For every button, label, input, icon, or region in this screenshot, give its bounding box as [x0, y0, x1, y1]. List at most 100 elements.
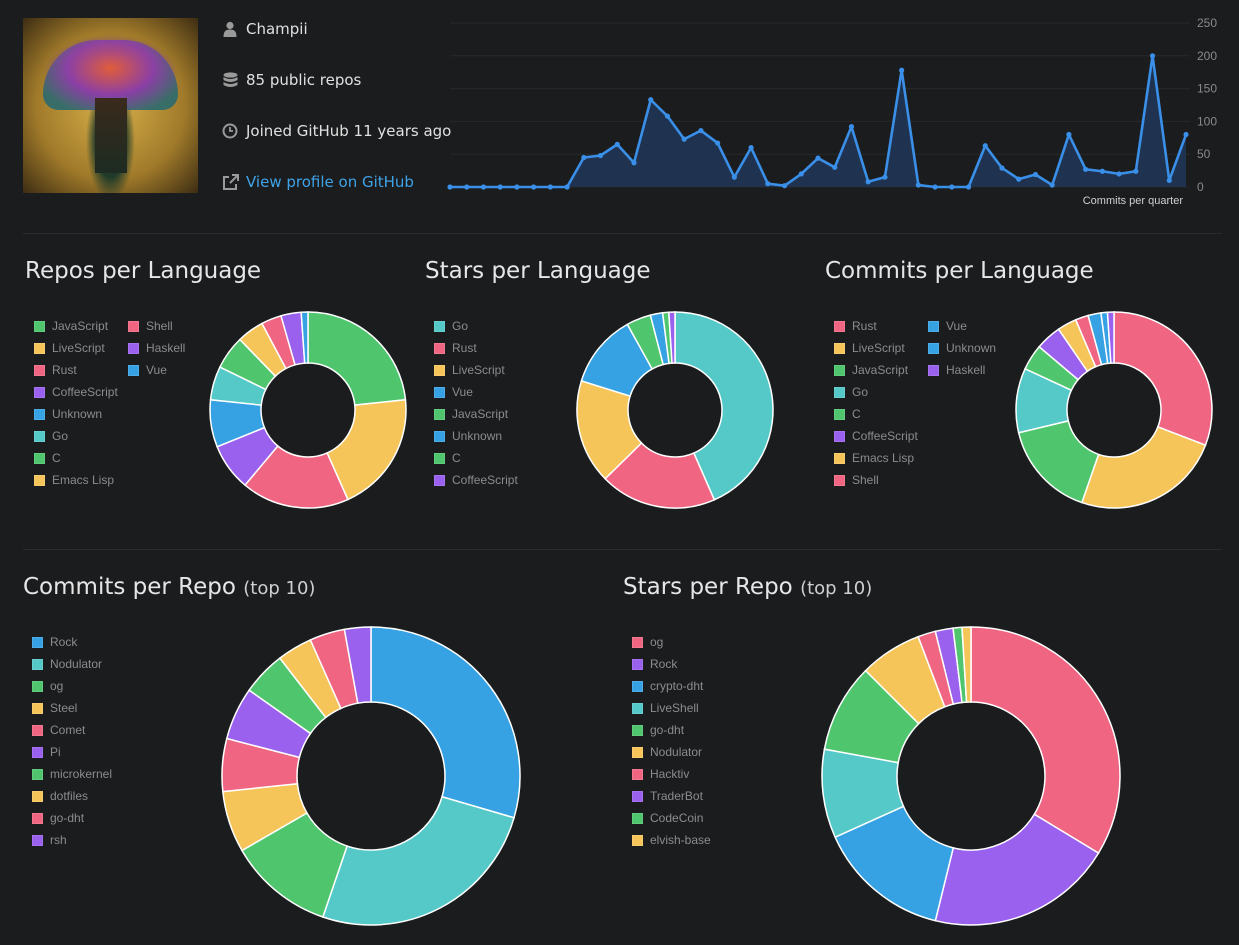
repos-lang-legend-item[interactable]: Unknown [34, 407, 102, 421]
commits-lang-legend-swatch [834, 430, 845, 442]
commits-repo-legend-item[interactable]: Nodulator [32, 657, 102, 671]
commits-lang-legend-label: Rust [852, 319, 877, 333]
commits-lang-legend-item[interactable]: Haskell [928, 363, 985, 377]
quarter-data-point [999, 165, 1005, 171]
stars-lang-legend-item[interactable]: JavaScript [434, 407, 508, 421]
commits-repo-legend-item[interactable]: Pi [32, 745, 61, 759]
stars-lang-legend-item[interactable]: LiveScript [434, 363, 505, 377]
stars-repo-legend-item[interactable]: LiveShell [632, 701, 699, 715]
commits-repo-legend-label: Rock [50, 635, 78, 649]
repos-lang-slice-javascript[interactable] [307, 311, 407, 406]
stars-repo-legend-item[interactable]: Hacktiv [632, 767, 689, 781]
commits-repo-legend-swatch [32, 746, 43, 758]
quarter-data-point [564, 184, 570, 190]
repos-lang-legend-item[interactable]: JavaScript [34, 319, 108, 333]
commits-lang-slice-livescript[interactable] [1080, 425, 1207, 509]
stars-lang-legend-item[interactable]: CoffeeScript [434, 473, 518, 487]
commits-repo-legend-item[interactable]: go-dht [32, 811, 84, 825]
profile-link-row[interactable]: View profile on GitHub [221, 171, 414, 193]
commits-repo-slice-nodulator[interactable] [321, 795, 515, 926]
quarter-data-point [715, 140, 721, 146]
repos-lang-legend-swatch [128, 364, 139, 376]
stars-lang-legend-item[interactable]: Go [434, 319, 468, 333]
commits-repo-legend-label: dotfiles [50, 789, 89, 803]
stars-repo-legend-swatch [632, 768, 643, 780]
stars-repo-legend-label: LiveShell [650, 701, 699, 715]
commits-repo-legend-item[interactable]: microkernel [32, 767, 112, 781]
joined-date: Joined GitHub 11 years ago [246, 122, 452, 140]
stars-repo-legend-swatch [632, 724, 643, 736]
stars-repo-legend-item[interactable]: og [632, 635, 663, 649]
commits-per-quarter-chart: 0 50 100 150 200 250 Commits per quarter [447, 16, 1217, 207]
commits-repo-legend-item[interactable]: Steel [32, 701, 77, 715]
stars-lang-legend-item[interactable]: Rust [434, 341, 477, 355]
commits-repo-legend-item[interactable]: Rock [32, 635, 77, 649]
repos-per-language-donut [209, 311, 407, 509]
stars-per-repo-title: Stars per Repo (top 10) [623, 574, 872, 600]
commits-lang-legend-item[interactable]: Shell [834, 473, 879, 487]
commits-lang-legend-item[interactable]: Rust [834, 319, 877, 333]
repos-lang-legend-item[interactable]: LiveScript [34, 341, 105, 355]
stars-repo-legend-item[interactable]: crypto-dht [632, 679, 703, 693]
quarter-y-tick: 200 [1197, 49, 1217, 63]
quarter-data-point [865, 179, 871, 185]
commits-repo-legend-swatch [32, 702, 43, 714]
repos-lang-legend-swatch [34, 364, 45, 376]
commits-repo-slice-rock[interactable] [370, 626, 521, 819]
repos-lang-legend-item[interactable]: Vue [128, 363, 167, 377]
quarter-data-point [664, 113, 671, 119]
repos-lang-legend-item[interactable]: Emacs Lisp [34, 473, 114, 487]
commits-lang-legend-item[interactable]: Vue [928, 319, 967, 333]
quarter-data-point [614, 141, 620, 147]
commits-lang-legend-label: CoffeeScript [852, 429, 918, 443]
commits-repo-legend-item[interactable]: og [32, 679, 63, 693]
quarter-data-point [698, 127, 704, 134]
repos-lang-legend-item[interactable]: Haskell [128, 341, 185, 355]
commits-repo-legend-item[interactable]: rsh [32, 833, 67, 847]
commits-lang-legend-item[interactable]: Emacs Lisp [834, 451, 914, 465]
commits-lang-slice-rust[interactable] [1113, 311, 1213, 447]
stars-repo-legend-item[interactable]: Rock [632, 657, 677, 671]
commits-lang-legend-item[interactable]: LiveScript [834, 341, 905, 355]
commits-lang-legend-item[interactable]: JavaScript [834, 363, 908, 377]
stars-repo-legend-item[interactable]: elvish-base [632, 833, 711, 847]
stars-repo-legend-item[interactable]: go-dht [632, 723, 684, 737]
commits-lang-legend-item[interactable]: CoffeeScript [834, 429, 918, 443]
stars-lang-legend-label: C [452, 451, 461, 465]
quarter-data-point [1166, 177, 1172, 184]
repos-per-language-title: Repos per Language [25, 258, 262, 284]
stars-repo-legend-item[interactable]: Nodulator [632, 745, 702, 759]
commits-lang-legend-swatch [834, 364, 845, 376]
divider-top [23, 233, 1222, 234]
repos-lang-legend-item[interactable]: Shell [128, 319, 173, 333]
repos-lang-legend-item[interactable]: CoffeeScript [34, 385, 118, 399]
commits-lang-legend-swatch [834, 452, 845, 464]
commits-lang-slice-javascript[interactable] [1017, 419, 1100, 504]
stars-repo-legend-label: og [650, 635, 664, 649]
commits-lang-legend-item[interactable]: Go [834, 385, 868, 399]
stars-lang-legend-item[interactable]: C [434, 451, 461, 465]
quarter-data-point [514, 184, 520, 190]
commits-lang-legend-label: Emacs Lisp [852, 451, 915, 465]
stars-repo-legend-label: crypto-dht [650, 679, 704, 693]
repos-lang-legend-item[interactable]: Rust [34, 363, 77, 377]
repos-lang-legend-item[interactable]: Go [34, 429, 68, 443]
repos-lang-legend-item[interactable]: C [34, 451, 61, 465]
stars-repo-legend-swatch [632, 636, 643, 648]
view-profile-link[interactable]: View profile on GitHub [246, 173, 414, 191]
commits-repo-legend-item[interactable]: Comet [32, 723, 85, 737]
quarter-data-point [848, 124, 855, 130]
stars-lang-legend-item[interactable]: Vue [434, 385, 473, 399]
quarter-data-point [949, 184, 955, 190]
commits-repo-legend-swatch [32, 790, 43, 802]
quarter-data-point [497, 184, 503, 190]
stars-lang-legend-item[interactable]: Unknown [434, 429, 502, 443]
stars-lang-legend-swatch [434, 452, 445, 464]
stars-repo-legend-item[interactable]: CodeCoin [632, 811, 703, 825]
commits-lang-legend-item[interactable]: Unknown [928, 341, 996, 355]
commits-repo-legend-item[interactable]: dotfiles [32, 789, 88, 803]
stars-repo-legend-item[interactable]: TraderBot [632, 789, 703, 803]
stars-repo-slice-og[interactable] [970, 626, 1121, 855]
commits-lang-legend-item[interactable]: C [834, 407, 861, 421]
quarter-y-tick: 0 [1197, 180, 1204, 194]
